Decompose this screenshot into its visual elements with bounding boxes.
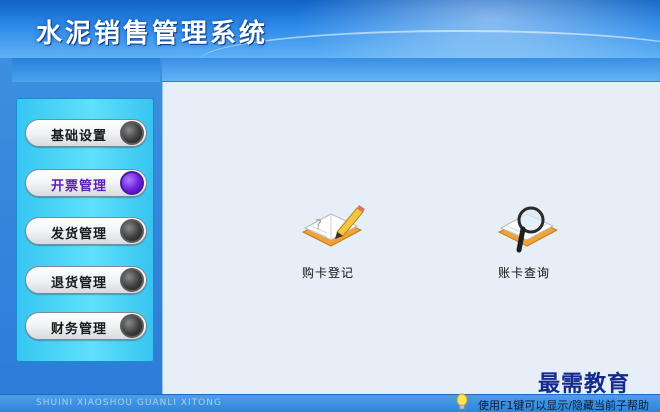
knob-indicator-active-icon xyxy=(120,171,144,195)
sidebar-item-finance[interactable]: 财务管理 xyxy=(25,312,147,340)
sidebar-item-label: 退货管理 xyxy=(51,276,108,291)
sidebar-item-invoicing[interactable]: 开票管理 xyxy=(25,169,147,197)
main-content: ? 购卡登记 账卡查询 xyxy=(162,82,660,394)
watermark-text: 最需教育 xyxy=(538,371,631,397)
notebook-pen-icon: ? xyxy=(301,205,365,247)
sidebar-item-label: 财务管理 xyxy=(51,322,108,337)
app-header: 水泥销售管理系统 xyxy=(0,0,660,58)
status-tip-text: 使用F1键可以显示/隐藏当前子帮助 xyxy=(478,399,650,412)
sidebar-item-label: 开票管理 xyxy=(51,179,108,194)
svg-text:?: ? xyxy=(315,218,322,233)
knob-indicator-icon xyxy=(120,219,144,243)
card-purchase-registration-button[interactable]: ? 购卡登记 xyxy=(273,202,383,282)
book-magnifier-icon xyxy=(497,206,559,253)
lightbulb-icon xyxy=(456,393,468,410)
account-card-query-button[interactable]: 账卡查询 xyxy=(469,202,579,282)
function-label: 购卡登记 xyxy=(301,266,354,280)
sidebar-item-basic-settings[interactable]: 基础设置 xyxy=(25,119,147,147)
sidebar-top-strip xyxy=(12,58,160,82)
function-label: 账卡查询 xyxy=(497,266,550,280)
sidebar-item-label: 基础设置 xyxy=(51,129,108,144)
app-title: 水泥销售管理系统 xyxy=(36,19,269,49)
header-swoosh-decoration xyxy=(200,30,660,58)
sidebar-menu-panel: 基础设置 开票管理 发货管理 退货管理 财务管理 xyxy=(16,98,154,362)
sidebar-item-returns[interactable]: 退货管理 xyxy=(25,266,147,294)
knob-indicator-icon xyxy=(120,314,144,338)
status-brand-text: SHUINI XIAOSHOU GUANLI XITONG xyxy=(36,398,222,408)
sidebar-item-shipping[interactable]: 发货管理 xyxy=(25,217,147,245)
main-top-strip xyxy=(162,58,660,82)
sidebar-item-label: 发货管理 xyxy=(51,227,108,242)
knob-indicator-icon xyxy=(120,268,144,292)
knob-indicator-icon xyxy=(120,121,144,145)
